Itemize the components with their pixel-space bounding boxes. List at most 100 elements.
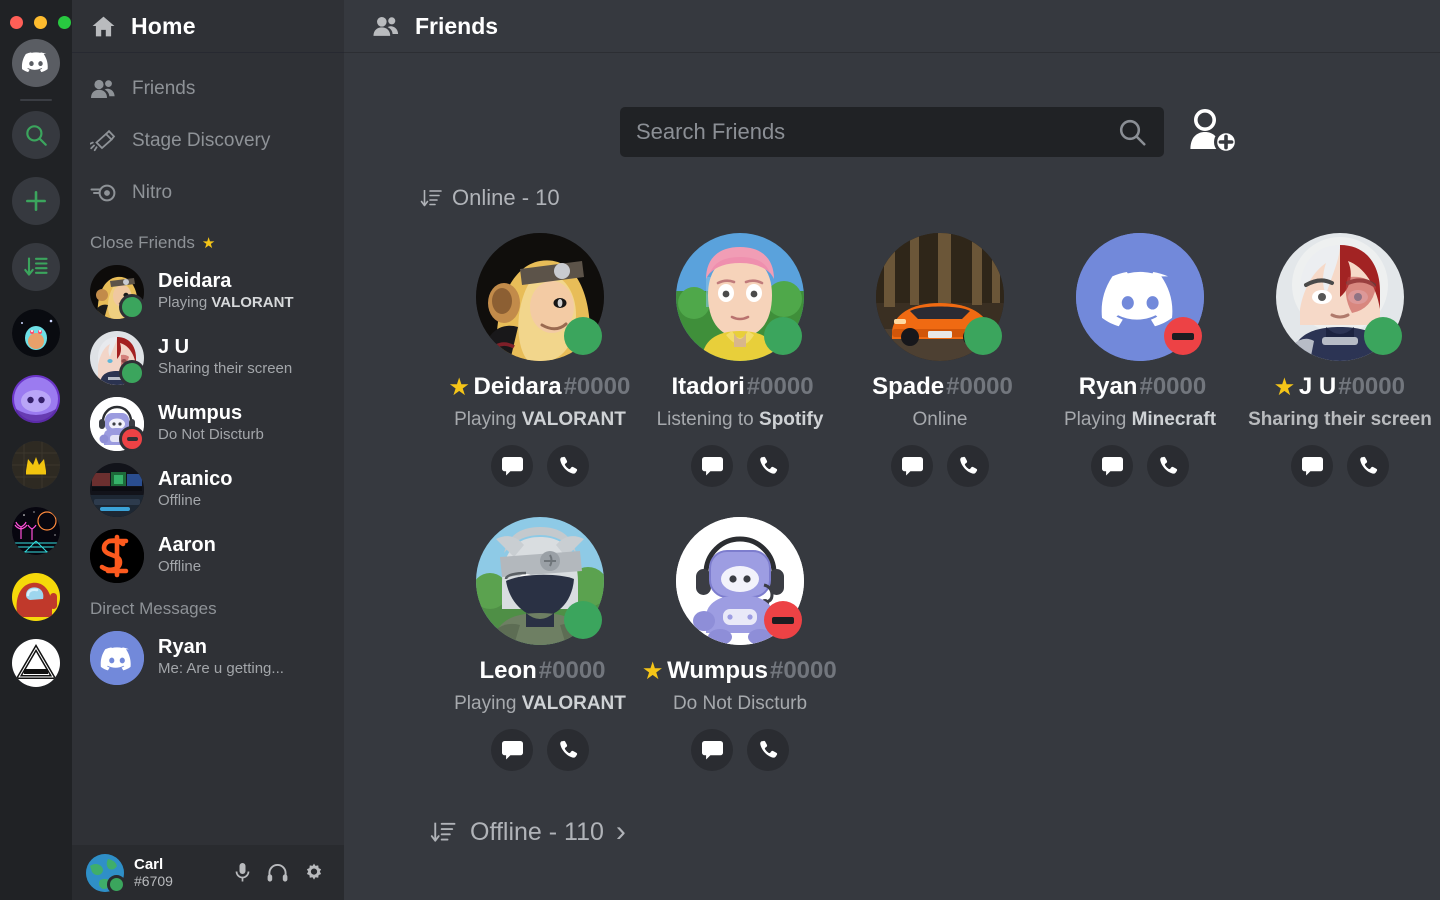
- friend-name: Deidara: [158, 270, 232, 293]
- call-button[interactable]: [547, 445, 589, 487]
- friend-status: Playing VALORANT: [158, 294, 294, 312]
- user-panel-controls: [234, 862, 330, 883]
- message-button[interactable]: [891, 445, 933, 487]
- sidebar-friend-deidara[interactable]: Deidara Playing VALORANT: [72, 259, 344, 325]
- call-button[interactable]: [1347, 445, 1389, 487]
- search-icon[interactable]: [1116, 116, 1148, 148]
- sidebar-friend-ju[interactable]: J U Sharing their screen: [72, 325, 344, 391]
- message-button[interactable]: [691, 729, 733, 771]
- friend-card-actions: [691, 729, 789, 771]
- avatar[interactable]: [1276, 233, 1404, 361]
- avatar[interactable]: [476, 233, 604, 361]
- call-button[interactable]: [947, 445, 989, 487]
- message-button[interactable]: [491, 729, 533, 771]
- friend-card-leon[interactable]: Leon #0000 Playing VALORANT: [440, 517, 640, 771]
- username: J U: [1298, 373, 1337, 400]
- chevron-right-icon[interactable]: ›: [616, 817, 626, 847]
- rail-item-explore-servers[interactable]: [12, 111, 60, 159]
- sidebar-friend-aaron[interactable]: Aaron Offline: [72, 523, 344, 589]
- friend-status: Offline: [158, 492, 202, 510]
- message-button[interactable]: [1091, 445, 1133, 487]
- sidebar-item-stage-discovery[interactable]: Stage Discovery: [72, 119, 344, 163]
- friend-status: Sharing their screen: [158, 360, 293, 378]
- window-traffic-lights: [0, 16, 71, 29]
- presence-indicator-online: [119, 360, 145, 386]
- main-content: Friends Search Friends Online - 10 ★ Dei…: [344, 0, 1440, 900]
- message-button[interactable]: [491, 445, 533, 487]
- gear-icon[interactable]: [304, 863, 324, 883]
- offline-section-header[interactable]: Offline - 110 ›: [344, 817, 1440, 847]
- chat-bubble-icon: [701, 456, 723, 475]
- call-button[interactable]: [747, 445, 789, 487]
- rail-item-server-squirtle[interactable]: [12, 309, 60, 357]
- sidebar-friend-wumpus[interactable]: Wumpus Do Not Discturb: [72, 391, 344, 457]
- avatar: [90, 529, 144, 583]
- call-button[interactable]: [747, 729, 789, 771]
- window-close-button[interactable]: [10, 16, 23, 29]
- presence-indicator-dnd: [119, 426, 145, 452]
- call-button[interactable]: [547, 729, 589, 771]
- search-input[interactable]: [636, 119, 1116, 145]
- chat-bubble-icon: [501, 740, 523, 759]
- rail-item-server-purple-discord[interactable]: [12, 375, 60, 423]
- rail-item-server-crown[interactable]: [12, 441, 60, 489]
- add-friend-icon[interactable]: [1186, 108, 1242, 156]
- user-name: Carl: [134, 855, 164, 873]
- headphones-icon[interactable]: [267, 863, 288, 882]
- avatar[interactable]: [86, 853, 126, 894]
- rail-item-discord-home[interactable]: [12, 39, 60, 87]
- rail-item-add-server[interactable]: [12, 177, 60, 225]
- friend-card-itadori[interactable]: Itadori #0000 Listening to Spotify: [640, 233, 840, 487]
- phone-icon: [560, 456, 578, 474]
- rail-item-server-amongus[interactable]: [12, 573, 60, 621]
- avatar[interactable]: [676, 517, 804, 645]
- sidebar-item-nitro[interactable]: Nitro: [72, 171, 344, 215]
- avatar[interactable]: [676, 233, 804, 361]
- user-meta: Carl #6709: [134, 856, 173, 889]
- friend-card-ju[interactable]: ★ J U #0000 Sharing their screen: [1240, 233, 1440, 487]
- star-icon: ★: [1275, 375, 1294, 399]
- friend-meta: Aaron Offline: [158, 534, 216, 577]
- rail-item-server-palace[interactable]: [12, 639, 60, 687]
- friend-name: Ryan: [158, 636, 207, 659]
- presence-indicator-dnd: [1164, 317, 1202, 355]
- presence-indicator-dnd: [764, 601, 802, 639]
- chat-bubble-icon: [901, 456, 923, 475]
- search-friends-box[interactable]: [620, 107, 1164, 157]
- sidebar-item-friends[interactable]: Friends: [72, 67, 344, 111]
- friend-meta: Aranico Offline: [158, 468, 232, 511]
- avatar[interactable]: [1076, 233, 1204, 361]
- close-friends-label: Close Friends: [90, 233, 195, 252]
- friend-meta: Wumpus Do Not Discturb: [158, 402, 264, 445]
- message-button[interactable]: [1291, 445, 1333, 487]
- page-title: Friends: [415, 12, 499, 39]
- friend-card-status: Playing VALORANT: [454, 409, 626, 430]
- direct-messages-header: Direct Messages: [72, 589, 344, 625]
- window-minimize-button[interactable]: [34, 16, 47, 29]
- sidebar-header[interactable]: Home: [72, 0, 344, 53]
- friend-card-spade[interactable]: Spade #0000 Online: [840, 233, 1040, 487]
- microphone-icon[interactable]: [234, 862, 251, 883]
- avatar[interactable]: [476, 517, 604, 645]
- rail-item-download-apps[interactable]: [12, 243, 60, 291]
- friend-card-wumpus[interactable]: ★ Wumpus #0000 Do Not Discturb: [640, 517, 840, 771]
- avatar-gaming-setup: [90, 463, 144, 517]
- discriminator: #0000: [538, 657, 606, 684]
- online-section-header[interactable]: Online - 10: [344, 185, 1440, 211]
- sidebar-item-label: Stage Discovery: [132, 130, 271, 151]
- search-icon: [26, 125, 47, 146]
- friend-card-ryan[interactable]: Ryan #0000 Playing Minecraft: [1040, 233, 1240, 487]
- window-zoom-button[interactable]: [58, 16, 71, 29]
- sidebar-friend-aranico[interactable]: Aranico Offline: [72, 457, 344, 523]
- server-avatar: [12, 441, 60, 489]
- avatar-sf-giants: [90, 529, 144, 583]
- username: Wumpus: [667, 657, 768, 684]
- sidebar-dm-ryan[interactable]: Ryan Me: Are u getting...: [72, 625, 344, 691]
- friend-card-deidara[interactable]: ★ Deidara #0000 Playing VALORANT: [440, 233, 640, 487]
- call-button[interactable]: [1147, 445, 1189, 487]
- plus-icon: [26, 191, 46, 211]
- message-button[interactable]: [691, 445, 733, 487]
- avatar: [90, 463, 144, 517]
- rail-item-server-synthwave[interactable]: [12, 507, 60, 555]
- avatar[interactable]: [876, 233, 1004, 361]
